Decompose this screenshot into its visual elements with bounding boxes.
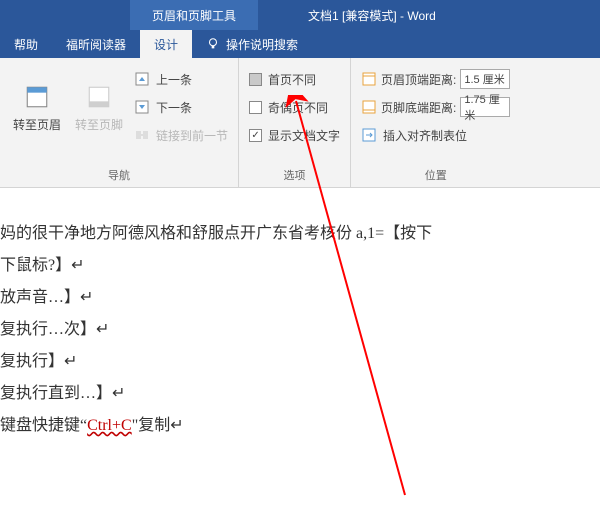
group-position: 页眉顶端距离: 1.5 厘米 页脚底端距离: 1.75 厘米 插入对齐制表位 位… <box>351 58 520 187</box>
insert-tab-label: 插入对齐制表位 <box>383 127 467 144</box>
goto-footer-button: 转至页脚 <box>72 64 126 146</box>
show-document-text-label: 显示文档文字 <box>268 127 340 144</box>
insert-tab-icon <box>361 127 377 143</box>
different-first-page-label: 首页不同 <box>268 71 316 88</box>
tab-design[interactable]: 设计 <box>140 30 192 58</box>
next-label: 下一条 <box>156 99 192 116</box>
link-previous-icon <box>134 127 150 143</box>
tab-help[interactable]: 帮助 <box>0 30 52 58</box>
goto-footer-label: 转至页脚 <box>75 116 123 133</box>
show-document-text-checkbox[interactable]: 显示文档文字 <box>249 124 340 146</box>
doc-line: 下鼠标?】↵ <box>0 250 600 282</box>
document-body[interactable]: 妈的很干净地方阿德风格和舒服点开广东省考核份 a,1=【按下 下鼠标?】↵ 放声… <box>0 188 600 442</box>
different-odd-even-checkbox[interactable]: 奇偶页不同 <box>249 96 340 118</box>
checkbox-icon <box>249 129 262 142</box>
tell-me-search[interactable]: 操作说明搜索 <box>192 30 312 58</box>
previous-label: 上一条 <box>156 71 192 88</box>
contextual-tool-tab: 页眉和页脚工具 <box>130 0 258 30</box>
header-distance-label: 页眉顶端距离: <box>381 71 456 88</box>
previous-button[interactable]: 上一条 <box>134 68 228 90</box>
next-button[interactable]: 下一条 <box>134 96 228 118</box>
previous-icon <box>134 71 150 87</box>
lightbulb-icon <box>206 37 220 51</box>
group-options-label: 选项 <box>249 165 340 185</box>
tell-me-label: 操作说明搜索 <box>226 36 298 53</box>
document-title: 文档1 [兼容模式] - Word <box>258 0 600 30</box>
goto-header-label: 转至页眉 <box>13 116 61 133</box>
ribbon: 转至页眉 转至页脚 上一条 下一条 链接到前一节 <box>0 58 600 188</box>
doc-line: 复执行…次】↵ <box>0 314 600 346</box>
group-navigation: 转至页眉 转至页脚 上一条 下一条 链接到前一节 <box>0 58 239 187</box>
footer-distance-label: 页脚底端距离: <box>381 99 456 116</box>
ribbon-tab-strip: 帮助 福昕阅读器 设计 操作说明搜索 <box>0 30 600 58</box>
header-distance-input[interactable]: 1.5 厘米 <box>460 69 510 89</box>
different-odd-even-label: 奇偶页不同 <box>268 99 328 116</box>
doc-line: 复执行】↵ <box>0 346 600 378</box>
spellcheck-underline: Ctrl+C <box>87 417 132 434</box>
doc-line: 键盘快捷键“Ctrl+C"复制↵ <box>0 410 600 442</box>
goto-header-button[interactable]: 转至页眉 <box>10 64 64 146</box>
goto-footer-icon <box>86 84 112 110</box>
footer-distance-input[interactable]: 1.75 厘米 <box>460 97 510 117</box>
header-distance-icon <box>361 71 377 87</box>
group-navigation-label: 导航 <box>10 165 228 185</box>
title-bar: 页眉和页脚工具 文档1 [兼容模式] - Word <box>0 0 600 30</box>
checkbox-icon <box>249 101 262 114</box>
doc-line: 复执行直到…】↵ <box>0 378 600 410</box>
goto-header-icon <box>24 84 50 110</box>
tab-foxit[interactable]: 福昕阅读器 <box>52 30 140 58</box>
next-icon <box>134 99 150 115</box>
insert-alignment-tab-button[interactable]: 插入对齐制表位 <box>361 124 510 146</box>
group-position-label: 位置 <box>361 165 510 185</box>
link-previous-label: 链接到前一节 <box>156 127 228 144</box>
footer-distance-row: 页脚底端距离: 1.75 厘米 <box>361 96 510 118</box>
checkbox-icon <box>249 73 262 86</box>
header-distance-row: 页眉顶端距离: 1.5 厘米 <box>361 68 510 90</box>
different-first-page-checkbox[interactable]: 首页不同 <box>249 68 340 90</box>
group-options: 首页不同 奇偶页不同 显示文档文字 选项 <box>239 58 351 187</box>
doc-line: 放声音…】↵ <box>0 282 600 314</box>
doc-line: 妈的很干净地方阿德风格和舒服点开广东省考核份 a,1=【按下 <box>0 218 600 250</box>
footer-distance-icon <box>361 99 377 115</box>
link-previous-button: 链接到前一节 <box>134 124 228 146</box>
